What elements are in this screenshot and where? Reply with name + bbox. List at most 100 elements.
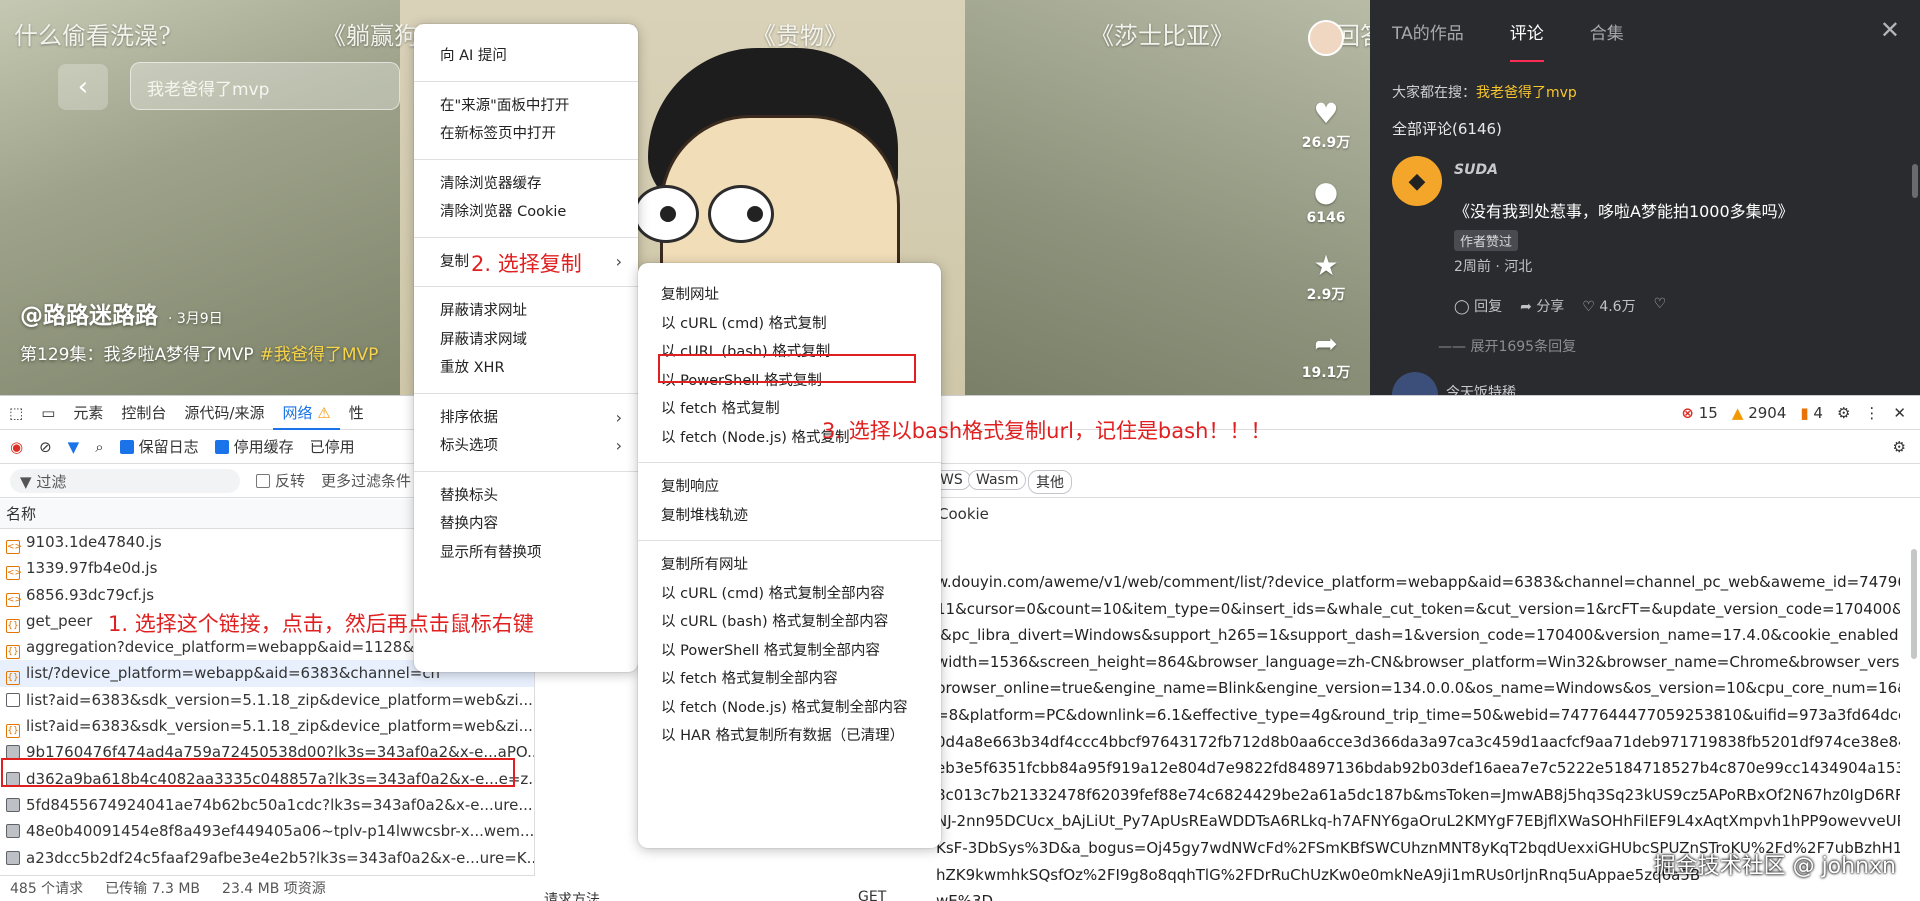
share-button[interactable]: ➦ 分享 <box>1520 296 1564 316</box>
more-vert-icon[interactable]: ⋮ <box>1864 404 1879 422</box>
like-button[interactable]: ♡ 4.6万 <box>1582 296 1635 316</box>
request-row[interactable]: {} list?aid=6383&sdk_version=5.1.18_zip&d… <box>0 713 534 739</box>
close-icon[interactable]: ✕ <box>1880 16 1900 44</box>
copy-submenu-item[interactable]: 以 fetch (Node.js) 格式复制全部内容 <box>638 694 941 723</box>
scrollbar[interactable] <box>1910 539 1918 869</box>
tab-performance[interactable]: 性 <box>340 396 373 430</box>
comment-count: 6146 <box>1306 210 1346 226</box>
type-chip-wasm[interactable]: Wasm <box>968 470 1027 490</box>
copy-submenu-item-label: 以 fetch 格式复制全部内容 <box>661 671 838 687</box>
inspect-icon[interactable]: ⬚ <box>0 396 32 430</box>
creator-avatar[interactable] <box>1308 20 1344 56</box>
context-menu-item[interactable]: 在新标签页中打开 <box>414 120 638 149</box>
comment-username[interactable]: 今天饭特稀 <box>1446 382 1516 395</box>
reply-button[interactable]: ◯ 回复 <box>1454 296 1502 316</box>
tab-collection[interactable]: 合集 <box>1590 19 1624 44</box>
request-row[interactable]: 48e0b40091454e8f8a493ef449405a06~tplv-p1… <box>0 818 534 844</box>
video-player[interactable]: 什么偷看洗澡? 《躺赢狗》 迷局 《贵物》 《莎士比亚》 回答 ‹ 我老爸得了m… <box>0 0 1920 395</box>
disable-cache-checkbox[interactable]: 停用缓存 <box>214 436 294 457</box>
clear-icon[interactable]: ⊘ <box>39 438 52 456</box>
copy-submenu-item-label: 以 PowerShell 格式复制全部内容 <box>661 642 880 659</box>
author-name[interactable]: @路路迷路路 <box>20 303 158 329</box>
share-button[interactable]: ➦ 19.1万 <box>1298 326 1354 382</box>
tab-elements[interactable]: 元素 <box>64 396 112 430</box>
filter-icon[interactable]: ▼ <box>68 438 80 456</box>
like-count: 26.9万 <box>1301 135 1351 151</box>
copy-submenu-item[interactable]: 以 cURL (cmd) 格式复制全部内容 <box>638 580 941 609</box>
context-menu-item[interactable]: 排序依据 › <box>414 404 638 433</box>
tab-comments[interactable]: 评论 <box>1509 19 1544 62</box>
copy-submenu-item[interactable]: 以 cURL (bash) 格式复制全部内容 <box>638 608 941 637</box>
search-input[interactable]: 我老爸得了mvp <box>130 62 400 110</box>
hot-search-link[interactable]: 我老爸得了mvp <box>1476 85 1577 101</box>
context-menu-item[interactable]: 清除浏览器缓存 <box>414 170 638 199</box>
comment-total: 全部评论(6146) <box>1392 120 1502 138</box>
comment-button[interactable]: ● 6146 <box>1298 174 1354 226</box>
favorite-button[interactable]: ★ 2.9万 <box>1298 248 1354 304</box>
request-row[interactable]: 5fd8455674924041ae74b62bc50a1cdc?lk3s=34… <box>0 792 534 818</box>
context-menu-item[interactable]: 显示所有替换项 <box>414 539 638 568</box>
like-button[interactable]: ♥ 26.9万 <box>1298 96 1354 152</box>
scrollbar-thumb[interactable] <box>1911 549 1917 659</box>
copy-submenu-item[interactable]: 以 cURL (cmd) 格式复制 <box>638 310 941 339</box>
share-icon: ➦ <box>1520 299 1537 315</box>
resource-size: 23.4 MB 项资源 <box>222 880 326 897</box>
context-menu-item[interactable]: 向 AI 提问 <box>414 42 638 71</box>
filter-input[interactable]: ▼ 过滤 <box>10 468 240 493</box>
tab-network[interactable]: 网络 ⚠ <box>273 396 340 430</box>
close-icon[interactable]: ✕ <box>1893 404 1906 422</box>
expand-replies-button[interactable]: —— 展开1695条回复 <box>1438 336 1576 356</box>
copy-submenu-item[interactable]: 复制堆栈轨迹 <box>638 502 941 531</box>
context-menu-item-label: 清除浏览器缓存 <box>440 175 542 192</box>
context-menu-item[interactable]: 标头选项 › <box>414 432 638 461</box>
script-icon: <> <box>6 540 23 554</box>
menu-separator <box>414 286 638 287</box>
context-menu-item[interactable]: 替换内容 <box>414 510 638 539</box>
info-count[interactable]: ▮ 4 <box>1800 404 1823 422</box>
hashtag-link[interactable]: #我爸得了MVP <box>260 345 379 365</box>
script-icon: <> <box>6 592 23 607</box>
invert-checkbox[interactable]: 反转 <box>256 470 305 491</box>
comment-username[interactable]: SUDA <box>1454 162 1498 178</box>
copy-submenu-item[interactable]: 以 HAR 格式复制所有数据（已清理） <box>638 722 941 751</box>
dislike-icon[interactable]: ♡ <box>1654 296 1667 316</box>
filter-icon: ▼ <box>20 472 37 491</box>
episode-title: 第129集：我多啦A梦得了MVP <box>20 345 254 365</box>
preserve-log-checkbox[interactable]: 保留日志 <box>119 436 199 457</box>
tab-console[interactable]: 控制台 <box>112 396 175 430</box>
context-menu: 向 AI 提问 在"来源"面板中打开 在新标签页中打开清除浏览器缓存清除浏览器 Co… <box>414 24 638 672</box>
request-row[interactable]: list?aid=6383&sdk_version=5.1.18_zip&dev… <box>0 687 534 713</box>
back-button[interactable]: ‹ <box>58 64 108 110</box>
copy-submenu-item[interactable]: 复制响应 <box>638 473 941 502</box>
request-row[interactable]: a23dcc5b2df24c5faaf29afbe3e4e2b5?lk3s=34… <box>0 845 534 871</box>
gear-icon[interactable]: ⚙ <box>1837 404 1850 422</box>
avatar[interactable]: ◆ <box>1392 156 1442 206</box>
throttle-select[interactable]: 已停用 <box>310 436 355 457</box>
record-icon[interactable]: ◉ <box>10 438 23 456</box>
copy-submenu-item[interactable]: 以 PowerShell 格式复制全部内容 <box>638 637 941 666</box>
context-menu-item[interactable]: 清除浏览器 Cookie <box>414 198 638 227</box>
context-menu-item[interactable]: 屏蔽请求网域 <box>414 326 638 355</box>
copy-submenu-item-label: 以 fetch 格式复制 <box>661 401 780 417</box>
tab-cookies[interactable]: Cookie <box>938 505 989 523</box>
type-chip-other[interactable]: 其他 <box>1028 470 1072 494</box>
warning-icon: ▲ <box>1731 404 1744 422</box>
more-filters-button[interactable]: 更多过滤条件 <box>321 470 411 491</box>
error-count[interactable]: ⊗ 15 <box>1681 404 1717 422</box>
tab-works[interactable]: TA的作品 <box>1392 19 1464 44</box>
context-menu-item[interactable]: 屏蔽请求网址 <box>414 297 638 326</box>
warning-count[interactable]: ▲ 2904 <box>1732 404 1787 422</box>
device-toggle-icon[interactable]: ▭ <box>32 396 64 430</box>
context-menu-item[interactable]: 替换标头 <box>414 482 638 511</box>
search-icon[interactable]: ⌕ <box>95 438 103 456</box>
avatar[interactable] <box>1392 372 1438 395</box>
video-author[interactable]: @路路迷路路 · 3月9日 <box>20 296 223 330</box>
scrollbar-thumb[interactable] <box>1912 164 1918 198</box>
gear-icon[interactable]: ⚙ <box>1893 438 1906 456</box>
copy-submenu-item[interactable]: 以 fetch 格式复制全部内容 <box>638 665 941 694</box>
context-menu-item[interactable]: 重放 XHR <box>414 354 638 383</box>
context-menu-item[interactable]: 在"来源"面板中打开 <box>414 92 638 121</box>
copy-submenu-item[interactable]: 复制网址 <box>638 281 941 310</box>
copy-submenu-item[interactable]: 复制所有网址 <box>638 551 941 580</box>
tab-sources[interactable]: 源代码/来源 <box>175 396 273 430</box>
